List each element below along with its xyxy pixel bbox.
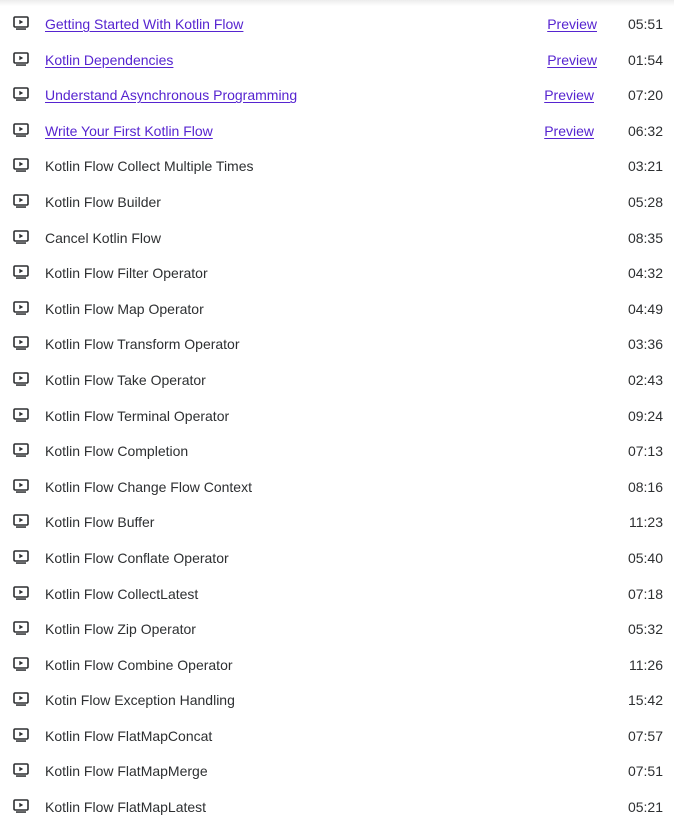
lecture-title: Kotlin Flow Buffer <box>45 514 155 531</box>
video-play-icon <box>13 407 29 422</box>
lecture-duration: 05:40 <box>627 549 663 566</box>
video-play-icon <box>13 51 29 66</box>
video-play-icon <box>13 728 29 742</box>
lecture-title: Kotin Flow Exception Handling <box>45 692 235 709</box>
lecture-title: Kotlin Flow Completion <box>45 443 189 460</box>
lecture-title: Kotlin Flow Filter Operator <box>45 265 208 282</box>
video-play-icon <box>13 16 29 30</box>
lecture-title: Kotlin Flow Take Operator <box>45 371 206 388</box>
preview-link[interactable]: Preview <box>547 16 597 32</box>
lecture-title: Kotlin Flow Transform Operator <box>45 336 240 353</box>
lecture-row: Kotlin Flow Conflate Operator 05:40 <box>0 550 674 586</box>
video-play-icon <box>13 87 29 101</box>
video-play-icon <box>13 372 29 386</box>
video-play-icon <box>13 692 29 707</box>
video-play-icon <box>13 514 29 529</box>
lecture-title[interactable]: Kotlin Dependencies <box>45 52 173 68</box>
lecture-title[interactable]: Getting Started With Kotlin Flow <box>45 16 243 32</box>
lecture-duration: 06:32 <box>627 122 663 139</box>
preview-link[interactable]: Preview <box>544 123 594 139</box>
lecture-duration: 09:24 <box>627 407 663 424</box>
lecture-duration: 03:36 <box>627 336 663 353</box>
lecture-row: Kotlin Flow Builder 05:28 <box>0 194 674 230</box>
lecture-row: Kotlin Flow FlatMapMerge 07:51 <box>0 763 674 799</box>
video-play-icon <box>13 122 29 137</box>
video-play-icon <box>13 336 29 351</box>
video-play-icon <box>13 265 29 279</box>
lecture-row: Kotlin Flow Collect Multiple Times 03:21 <box>0 158 674 194</box>
lecture-duration: 02:43 <box>627 371 663 388</box>
video-play-icon <box>13 763 29 778</box>
lecture-row: Kotlin Flow Zip Operator 05:32 <box>0 621 674 657</box>
lecture-duration: 15:42 <box>627 692 663 709</box>
lecture-row[interactable]: Kotlin Dependencies Preview 01:54 <box>0 52 674 88</box>
lecture-row: Kotlin Flow Take Operator 02:43 <box>0 372 674 408</box>
video-play-icon <box>13 550 29 564</box>
lecture-title: Kotlin Flow Zip Operator <box>45 621 196 638</box>
lecture-row: Kotlin Flow Combine Operator 11:26 <box>0 657 674 693</box>
lecture-duration: 07:18 <box>627 585 663 602</box>
lecture-duration: 11:26 <box>629 656 663 673</box>
lecture-row[interactable]: Understand Asynchronous Programming Previ… <box>0 87 674 123</box>
lecture-duration: 07:20 <box>627 87 663 104</box>
lecture-row[interactable]: Getting Started With Kotlin Flow Preview 0… <box>0 16 674 52</box>
lecture-duration: 08:35 <box>627 229 663 246</box>
lecture-row: Kotlin Flow Buffer 11:23 <box>0 514 674 550</box>
preview-link[interactable]: Preview <box>544 87 594 103</box>
lecture-row: Cancel Kotlin Flow 08:35 <box>0 230 674 266</box>
lecture-row: Kotlin Flow Completion 07:13 <box>0 443 674 479</box>
preview-link[interactable]: Preview <box>547 52 597 68</box>
lecture-title: Kotlin Flow Conflate Operator <box>45 549 229 566</box>
video-play-icon <box>13 194 29 208</box>
lecture-duration: 05:51 <box>627 16 663 32</box>
lecture-duration: 07:51 <box>627 763 663 780</box>
lecture-duration: 04:32 <box>627 265 663 282</box>
lecture-title[interactable]: Understand Asynchronous Programming <box>45 87 297 103</box>
top-edge-shadow <box>0 0 674 6</box>
lecture-row: Kotlin Flow Transform Operator 03:36 <box>0 336 674 372</box>
lecture-duration: 08:16 <box>627 478 663 495</box>
lecture-title: Kotlin Flow Change Flow Context <box>45 478 252 495</box>
lecture-row: Kotlin Flow CollectLatest 07:18 <box>0 586 674 622</box>
lecture-row: Kotlin Flow FlatMapConcat 07:57 <box>0 728 674 764</box>
video-play-icon <box>13 300 29 315</box>
lecture-title: Kotlin Flow FlatMapConcat <box>45 727 213 744</box>
video-play-icon <box>13 799 29 813</box>
video-play-icon <box>13 585 29 600</box>
lecture-duration: 05:28 <box>627 193 663 210</box>
lecture-title: Kotlin Flow Builder <box>45 193 161 210</box>
lecture-title: Kotlin Flow Map Operator <box>45 300 204 317</box>
lecture-duration: 01:54 <box>627 51 663 68</box>
video-play-icon <box>13 621 29 635</box>
video-play-icon <box>13 443 29 457</box>
lecture-title: Kotlin Flow Terminal Operator <box>45 407 230 424</box>
lecture-title: Kotlin Flow CollectLatest <box>45 585 199 602</box>
lecture-title: Kotlin Flow FlatMapMerge <box>45 763 208 780</box>
lecture-title[interactable]: Write Your First Kotlin Flow <box>45 123 213 139</box>
lecture-duration: 05:32 <box>627 621 663 638</box>
lecture-duration: 05:21 <box>627 799 663 816</box>
lecture-duration: 04:49 <box>627 300 663 317</box>
lecture-duration: 07:13 <box>627 443 663 460</box>
lecture-row: Kotlin Flow Filter Operator 04:32 <box>0 265 674 301</box>
lecture-title: Kotlin Flow FlatMapLatest <box>45 799 207 816</box>
lecture-row: Kotlin Flow Terminal Operator 09:24 <box>0 408 674 444</box>
lecture-row: Kotlin Flow Map Operator 04:49 <box>0 301 674 337</box>
video-play-icon <box>13 478 29 493</box>
lecture-duration: 03:21 <box>627 158 663 175</box>
lecture-duration: 11:23 <box>629 514 663 531</box>
video-play-icon <box>13 229 29 244</box>
lecture-title: Cancel Kotlin Flow <box>45 229 161 246</box>
video-play-icon <box>13 656 29 671</box>
lecture-row[interactable]: Write Your First Kotlin Flow Preview 06:32 <box>0 123 674 159</box>
lecture-title: Kotlin Flow Combine Operator <box>45 656 233 673</box>
video-play-icon <box>13 158 29 173</box>
lecture-row: Kotlin Flow Change Flow Context 08:16 <box>0 479 674 515</box>
lecture-title: Kotlin Flow Collect Multiple Times <box>45 158 254 175</box>
lecture-row: Kotin Flow Exception Handling 15:42 <box>0 692 674 728</box>
lecture-duration: 07:57 <box>627 727 663 744</box>
lecture-list: Getting Started With Kotlin Flow Preview 0… <box>0 16 674 835</box>
